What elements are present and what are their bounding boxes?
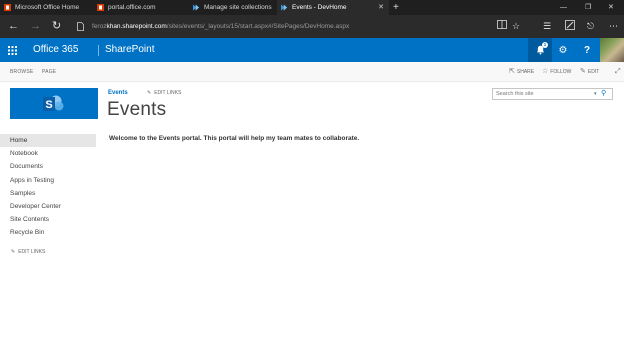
new-tab-button[interactable]: + [389,0,399,15]
notification-count-badge: 1 [542,42,548,48]
url-path: /sites/events/_layouts/15/start.aspx#/Si… [166,23,350,30]
web-note-icon[interactable] [565,20,575,34]
edit-label: EDIT [587,69,600,75]
share-icon: ⇱ [509,68,515,75]
share-icon[interactable]: ⎋ [587,20,594,33]
url-field[interactable]: ferozkhan.sharepoint.com/sites/events/_l… [92,20,349,33]
close-icon[interactable]: ✕ [378,3,384,11]
edit-links-top-button[interactable]: ✎ EDIT LINKS [147,90,181,96]
nav-item-site-contents[interactable]: Site Contents [0,213,96,226]
nav-item-home[interactable]: Home [0,134,96,147]
restore-icon[interactable]: ❐ [585,0,591,15]
settings-gear-icon[interactable]: ⚙ [551,38,575,62]
expand-icon: ⤢ [615,68,621,75]
ribbon-tab-browse[interactable]: BROWSE [10,62,33,82]
office-icon [4,4,11,11]
page-title: Events [107,99,167,120]
suite-bar: Office 365 SharePoint 1 ⚙ ? [0,38,624,62]
site-logo[interactable]: S [10,88,98,119]
sharepoint-icon [193,4,200,11]
follow-label: FOLLOW [550,69,572,75]
nav-item-notebook[interactable]: Notebook [0,147,96,160]
suite-divider [98,45,99,56]
office-icon [97,4,104,11]
chevron-down-icon[interactable]: ▾ [594,89,597,99]
edit-links-left-button[interactable]: ✎ EDIT LINKS [11,249,45,255]
help-icon[interactable]: ? [575,38,599,62]
nav-item-recycle-bin[interactable]: Recycle Bin [0,226,96,239]
nav-item-developer-center[interactable]: Developer Center [0,200,96,213]
tab-title: Manage site collections [204,4,272,11]
tab-title: Microsoft Office Home [15,4,80,11]
focus-on-content-icon[interactable]: ⤢ [615,62,621,82]
browser-tab-strip: Microsoft Office Home portal.office.com … [0,0,624,15]
forward-icon[interactable]: → [30,19,41,33]
ribbon-tab-page[interactable]: PAGE [42,62,56,82]
breadcrumb[interactable]: Events [108,90,128,96]
back-icon[interactable]: ← [8,19,19,33]
tab-title: Events - DevHome [292,4,347,11]
edit-button[interactable]: ✎ EDIT [580,62,599,82]
search-input[interactable] [493,89,591,99]
ribbon: BROWSE PAGE ⇱ SHARE ☆ FOLLOW ✎ EDIT ⤢ [0,62,624,82]
site-search-box: ▾ ⚲ [492,88,613,100]
pencil-icon: ✎ [11,249,16,255]
share-label: SHARE [516,69,535,75]
edit-links-label: EDIT LINKS [18,249,46,255]
pencil-icon: ✎ [580,68,586,75]
page-icon [77,21,84,35]
window-close-icon[interactable]: ✕ [608,0,614,15]
refresh-icon[interactable]: ↻ [52,19,61,33]
hub-icon[interactable]: ☰ [543,20,551,33]
sharepoint-logo-icon: S [43,95,65,113]
browser-tab-events-devhome[interactable]: Events - DevHome ✕ [277,0,389,15]
more-icon[interactable]: ⋯ [609,20,618,33]
search-icon[interactable]: ⚲ [601,89,606,99]
browser-tab-office-home[interactable]: Microsoft Office Home [0,0,93,15]
browser-tab-manage-site-collections[interactable]: Manage site collections [189,0,277,15]
welcome-message: Welcome to the Events portal. This porta… [109,135,360,142]
url-prefix: feroz [92,23,107,30]
url-host: khan.sharepoint.com [106,23,167,30]
avatar[interactable] [600,38,624,62]
sharepoint-icon [281,4,288,11]
svg-text:S: S [45,99,52,111]
minimize-icon[interactable]: — [560,0,567,15]
nav-item-samples[interactable]: Samples [0,187,96,200]
edit-links-label: EDIT LINKS [154,90,182,96]
star-icon: ☆ [542,68,549,75]
nav-item-documents[interactable]: Documents [0,160,96,173]
tab-title: portal.office.com [108,4,156,11]
sharepoint-app-name[interactable]: SharePoint [105,38,154,62]
browser-tab-portal[interactable]: portal.office.com [93,0,189,15]
address-bar: ← → ↻ ferozkhan.sharepoint.com/sites/eve… [0,15,624,38]
share-button[interactable]: ⇱ SHARE [509,62,534,82]
follow-button[interactable]: ☆ FOLLOW [542,62,571,82]
app-launcher-icon[interactable] [0,38,24,62]
reading-view-icon[interactable] [497,20,507,33]
notifications-bell-icon[interactable]: 1 [528,38,552,62]
favorite-star-icon[interactable]: ☆ [512,20,520,33]
office365-brand[interactable]: Office 365 [33,38,78,62]
nav-item-apps-in-testing[interactable]: Apps in Testing [0,174,96,187]
pencil-icon: ✎ [147,90,152,96]
